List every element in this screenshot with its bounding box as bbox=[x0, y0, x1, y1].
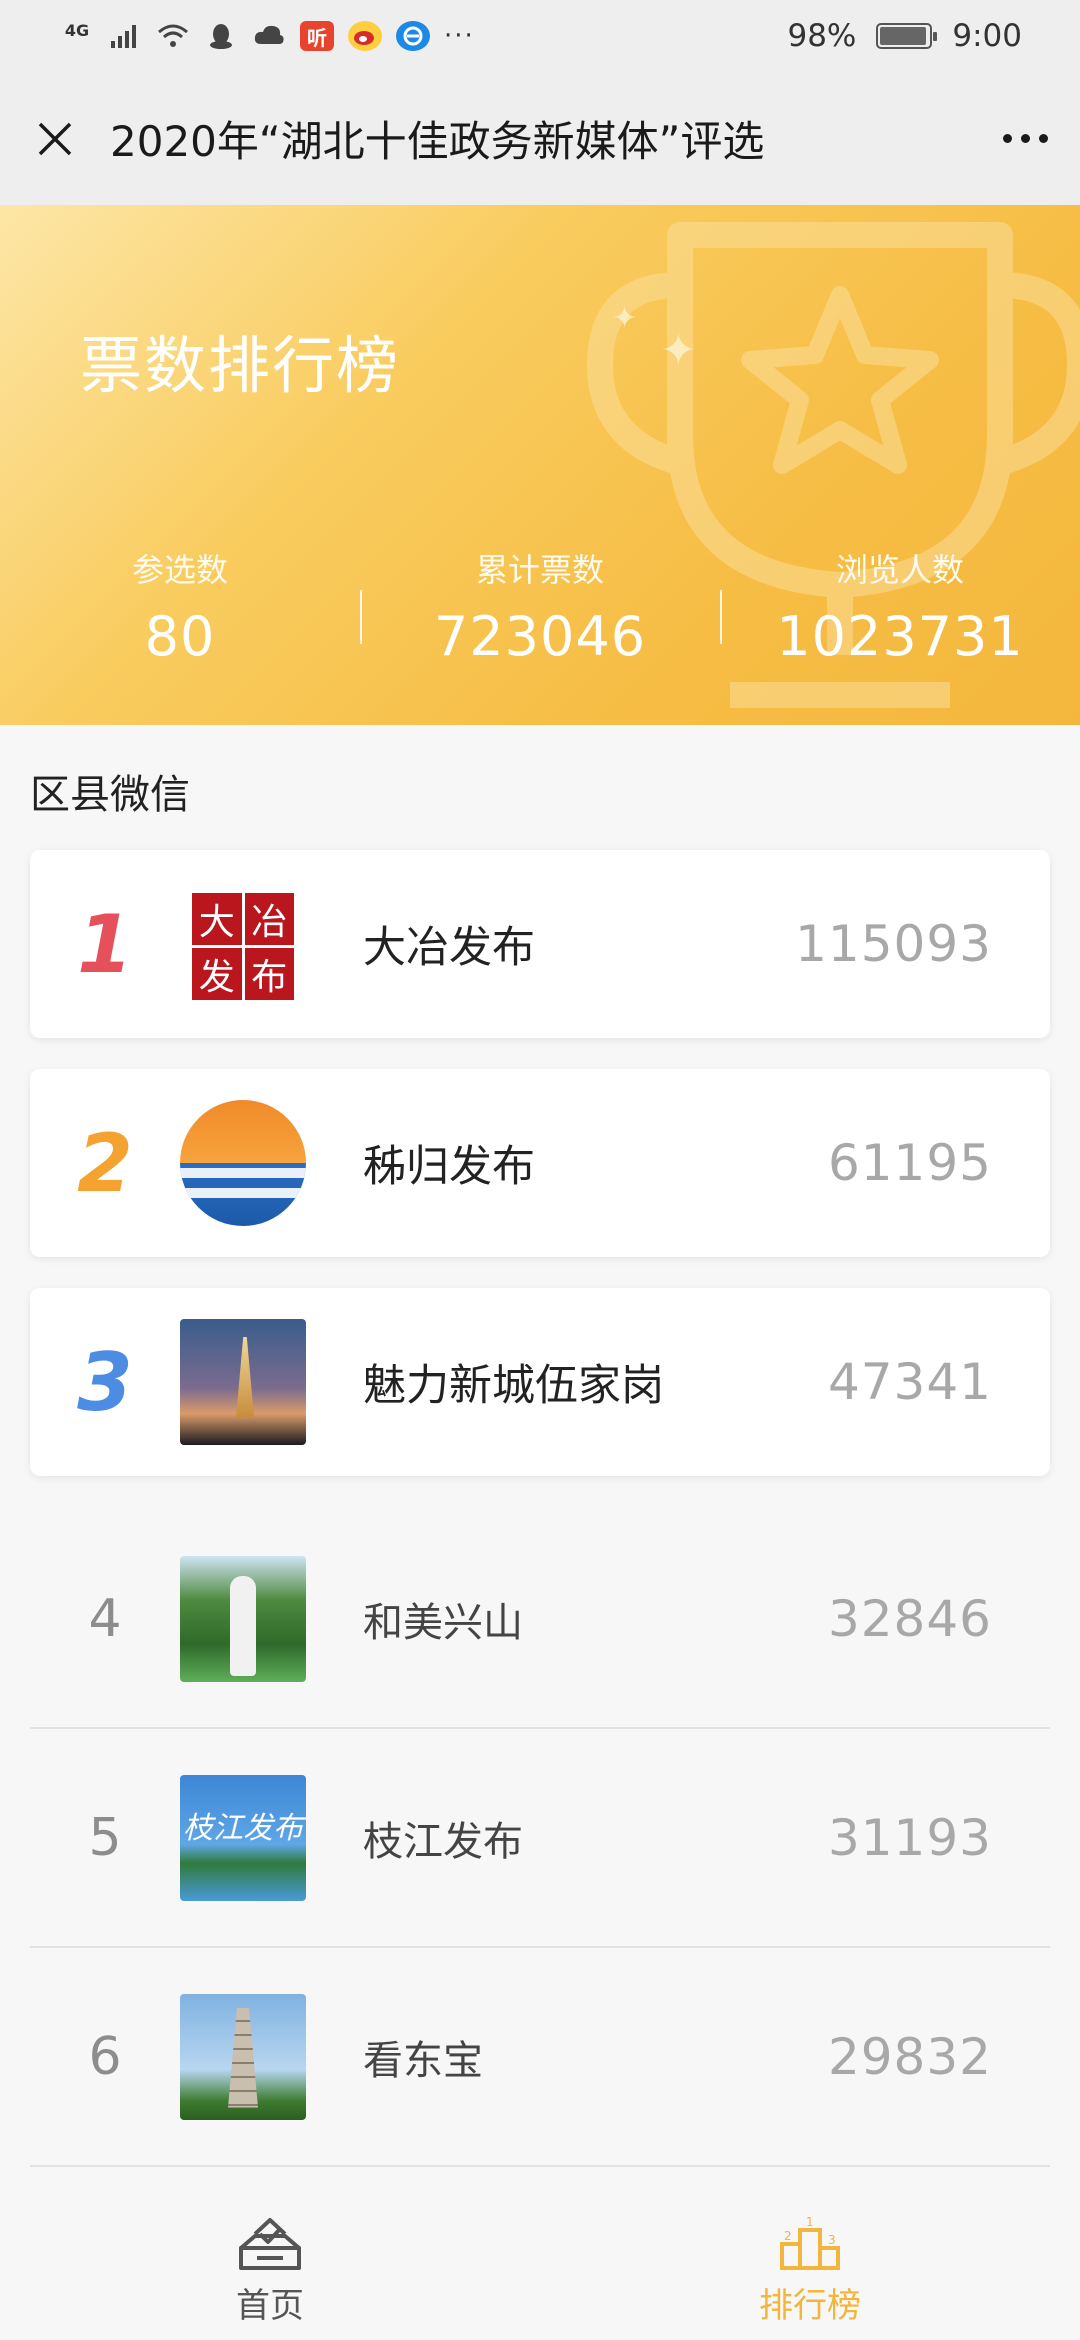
status-icons: 4G 听 ··· bbox=[60, 21, 475, 51]
network-type: 4G bbox=[64, 21, 90, 40]
vote-count: 31193 bbox=[827, 1808, 992, 1867]
ranking-row[interactable]: 5 枝江发布 枝江发布 31193 bbox=[30, 1729, 1050, 1948]
ranking-list: 4 和美兴山 32846 5 枝江发布 枝江发布 31193 6 看东宝 298… bbox=[30, 1510, 1050, 2167]
sparkle-icon: ✦ bbox=[612, 301, 638, 336]
bottom-nav: 首页 1 2 3 排行榜 bbox=[0, 2200, 1080, 2340]
vote-count: 32846 bbox=[827, 1589, 992, 1648]
ranking-card[interactable]: 2 秭归发布 61195 bbox=[30, 1069, 1050, 1257]
home-ballot-icon bbox=[239, 2217, 301, 2270]
ranking-row[interactable]: 4 和美兴山 32846 bbox=[30, 1510, 1050, 1729]
account-name: 看东宝 bbox=[363, 2037, 483, 2084]
logo-char: 大 bbox=[192, 893, 242, 945]
account-name: 魅力新城伍家岗 bbox=[363, 1361, 664, 1411]
stat-label: 累计票数 bbox=[475, 551, 604, 589]
vote-count: 29832 bbox=[827, 2027, 992, 2086]
more-notifications: ··· bbox=[444, 21, 475, 51]
account-logo: 枝江发布 bbox=[180, 1774, 306, 1901]
stat-total-votes: 累计票数 723046 bbox=[360, 545, 720, 705]
account-logo bbox=[180, 1319, 306, 1445]
status-right: 98% 9:00 bbox=[787, 18, 1022, 54]
stats-row: 参选数 80 累计票数 723046 浏览人数 1023731 bbox=[0, 545, 1080, 705]
vote-count: 115093 bbox=[795, 915, 992, 973]
account-name: 枝江发布 bbox=[363, 1818, 523, 1865]
ting-app-icon: 听 bbox=[300, 21, 334, 51]
stat-label: 参选数 bbox=[131, 551, 228, 589]
rank-number: 1 bbox=[77, 897, 133, 991]
rank-number: 3 bbox=[77, 1335, 133, 1429]
more-menu-button[interactable] bbox=[970, 72, 1080, 205]
page-title: 2020年“湖北十佳政务新媒体”评选 bbox=[110, 117, 765, 166]
svg-text:3: 3 bbox=[828, 2233, 836, 2247]
svg-text:2: 2 bbox=[784, 2229, 792, 2243]
clock: 9:00 bbox=[952, 18, 1022, 54]
rank-number: 4 bbox=[88, 1588, 122, 1649]
browser-icon bbox=[396, 21, 430, 51]
ranking-card[interactable]: 1 大 冶 发 布 大冶发布 115093 bbox=[30, 850, 1050, 1038]
more-dot bbox=[1002, 134, 1012, 143]
sparkle-icon: ✦ bbox=[660, 325, 697, 376]
nav-home[interactable]: 首页 bbox=[0, 2200, 540, 2340]
leaderboard-title: 票数排行榜 bbox=[80, 329, 401, 402]
stat-value: 723046 bbox=[433, 605, 647, 668]
weibo-icon bbox=[348, 21, 382, 51]
cloud-icon bbox=[252, 21, 286, 51]
nav-ranking[interactable]: 1 2 3 排行榜 bbox=[540, 2200, 1080, 2340]
more-dot bbox=[1020, 134, 1030, 143]
podium-icon: 1 2 3 bbox=[780, 2215, 840, 2270]
svg-text:1: 1 bbox=[806, 2215, 814, 2229]
close-button[interactable] bbox=[0, 72, 110, 205]
more-dot bbox=[1038, 134, 1048, 143]
battery-percent: 98% bbox=[787, 18, 857, 54]
nav-label: 首页 bbox=[236, 2285, 304, 2326]
ranking-row[interactable]: 6 看东宝 29832 bbox=[30, 1948, 1050, 2167]
stat-value: 1023731 bbox=[776, 605, 1024, 668]
ranking-card[interactable]: 3 魅力新城伍家岗 47341 bbox=[30, 1288, 1050, 1476]
vote-count: 61195 bbox=[827, 1134, 992, 1192]
stat-label: 浏览人数 bbox=[835, 551, 964, 589]
rank-number: 5 bbox=[88, 1807, 122, 1868]
signal-icon bbox=[108, 21, 142, 51]
vote-count: 47341 bbox=[827, 1353, 992, 1411]
account-name: 秭归发布 bbox=[363, 1142, 535, 1192]
logo-char: 布 bbox=[244, 948, 294, 1000]
close-icon bbox=[38, 122, 72, 155]
account-name: 大冶发布 bbox=[363, 923, 535, 973]
account-name: 和美兴山 bbox=[363, 1599, 523, 1646]
rank-number: 2 bbox=[77, 1116, 133, 1210]
account-logo bbox=[180, 1100, 306, 1226]
account-logo bbox=[180, 1993, 306, 2120]
stat-candidates: 参选数 80 bbox=[0, 545, 360, 705]
top-three-list: 1 大 冶 发 布 大冶发布 115093 2 秭归发布 61195 3 魅力新… bbox=[30, 850, 1050, 1507]
wifi-icon bbox=[156, 21, 190, 51]
status-bar: 4G 听 ··· 98% 9:00 bbox=[0, 0, 1080, 72]
battery-icon bbox=[876, 23, 938, 49]
title-bar: 2020年“湖北十佳政务新媒体”评选 bbox=[0, 72, 1080, 205]
account-logo: 大 冶 发 布 bbox=[180, 881, 306, 1007]
qq-icon bbox=[204, 21, 238, 51]
nav-label: 排行榜 bbox=[759, 2285, 861, 2326]
account-logo bbox=[180, 1555, 306, 1682]
logo-char: 发 bbox=[192, 948, 242, 1000]
stat-views: 浏览人数 1023731 bbox=[720, 545, 1080, 705]
logo-char: 冶 bbox=[244, 893, 294, 945]
stat-value: 80 bbox=[144, 605, 216, 668]
leaderboard-banner: ✦ ✦ 票数排行榜 参选数 80 累计票数 723046 浏览人数 102373… bbox=[0, 205, 1080, 725]
section-title: 区县微信 bbox=[30, 772, 190, 818]
rank-number: 6 bbox=[88, 2026, 122, 2087]
